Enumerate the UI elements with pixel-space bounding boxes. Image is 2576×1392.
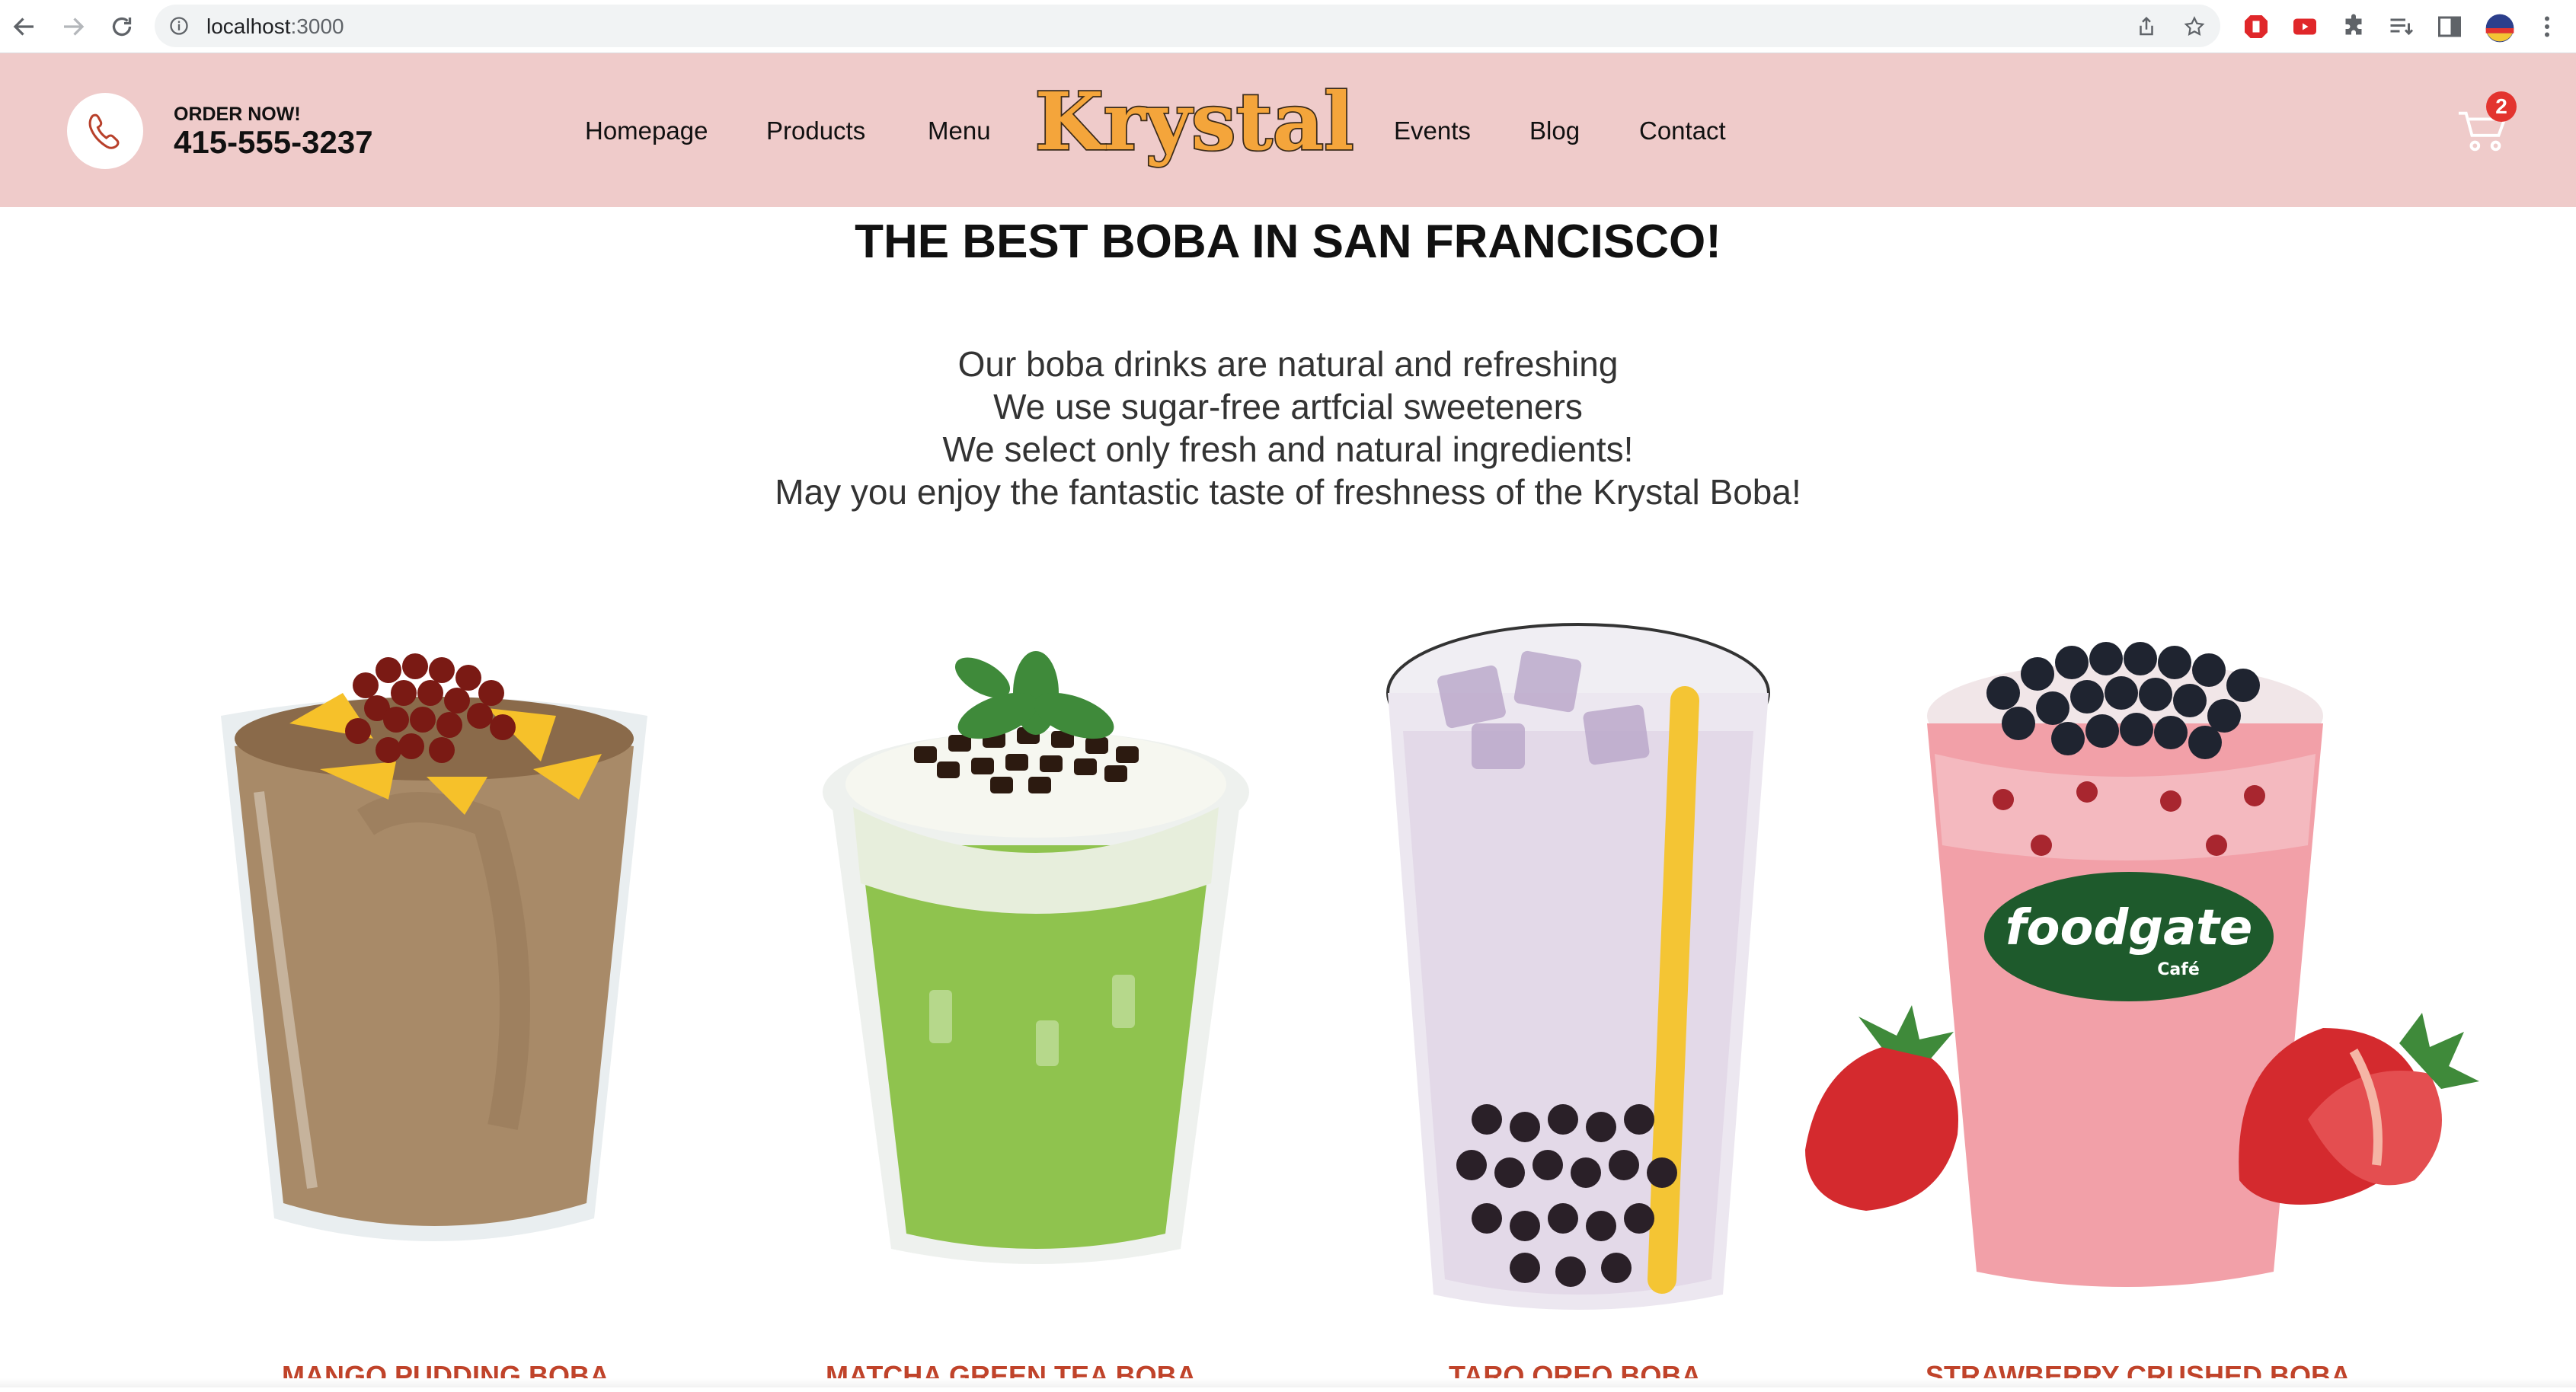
nav-menu[interactable]: Menu — [928, 117, 991, 145]
profile-avatar[interactable] — [2485, 13, 2514, 43]
reading-list-icon[interactable] — [2387, 13, 2415, 40]
nav-blog[interactable]: Blog — [1529, 117, 1580, 145]
page-fold-shadow — [0, 1378, 2576, 1387]
cup-logo-subtext: Café — [2157, 960, 2199, 979]
reload-icon[interactable] — [108, 13, 136, 40]
nav-homepage[interactable]: Homepage — [585, 117, 708, 145]
site-header: ORDER NOW! 415-555-3237 Homepage Product… — [0, 53, 2576, 207]
krystal-logo[interactable]: Krystal — [1030, 82, 1359, 174]
hero-line: We select only fresh and natural ingredi… — [942, 429, 1634, 469]
cup-logo-text: foodgate — [2006, 900, 2253, 956]
hero-line: Our boba drinks are natural and refreshi… — [957, 344, 1619, 384]
side-panel-icon[interactable] — [2436, 13, 2463, 40]
extensions-puzzle-icon[interactable] — [2340, 13, 2367, 40]
product-card-mango[interactable] — [213, 594, 655, 1295]
product-card-matcha[interactable] — [807, 594, 1264, 1279]
share-icon[interactable] — [2135, 15, 2158, 38]
adblock-extension-icon[interactable] — [2242, 13, 2270, 40]
order-phone-number[interactable]: 415-555-3237 — [174, 124, 373, 161]
back-icon[interactable] — [11, 13, 38, 40]
strawberry-left — [1805, 1005, 1958, 1211]
address-bar[interactable]: localhost:3000 — [155, 5, 2220, 47]
phone-button[interactable] — [67, 93, 143, 169]
cart-count-badge: 2 — [2486, 91, 2517, 122]
phone-icon — [88, 113, 120, 149]
more-menu-icon[interactable] — [2533, 13, 2561, 40]
product-card-strawberry[interactable]: foodgate Café — [1775, 602, 2491, 1317]
browser-toolbar: localhost:3000 — [0, 0, 2576, 53]
bookmark-star-icon[interactable] — [2183, 15, 2206, 38]
product-card-taro[interactable] — [1380, 594, 1776, 1325]
mango-pudding-boba-image — [221, 653, 647, 1241]
hero-line: May you enjoy the fantastic taste of fre… — [775, 472, 1801, 512]
strawberry-crushed-boba-image: foodgate Café — [1805, 642, 2479, 1287]
order-now-label: ORDER NOW! — [174, 104, 301, 125]
krystal-logo-text: Krystal — [1034, 82, 1354, 168]
matcha-green-tea-boba-image — [823, 651, 1249, 1264]
url-text[interactable]: localhost:3000 — [206, 14, 344, 39]
page-title: THE BEST BOBA IN SAN FRANCISCO! — [855, 216, 1721, 268]
nav-events[interactable]: Events — [1394, 117, 1471, 145]
hero-description: Our boba drinks are natural and refreshi… — [0, 343, 2576, 513]
url-host: localhost — [206, 14, 291, 38]
url-port: :3000 — [290, 14, 344, 38]
hero-line: We use sugar-free artfcial sweeteners — [993, 387, 1583, 426]
forward-icon[interactable] — [59, 13, 87, 40]
taro-oreo-boba-image — [1386, 623, 1770, 1310]
site-info-icon[interactable] — [168, 15, 190, 37]
nav-products[interactable]: Products — [766, 117, 865, 145]
nav-contact[interactable]: Contact — [1639, 117, 1726, 145]
youtube-extension-icon[interactable] — [2291, 13, 2319, 40]
